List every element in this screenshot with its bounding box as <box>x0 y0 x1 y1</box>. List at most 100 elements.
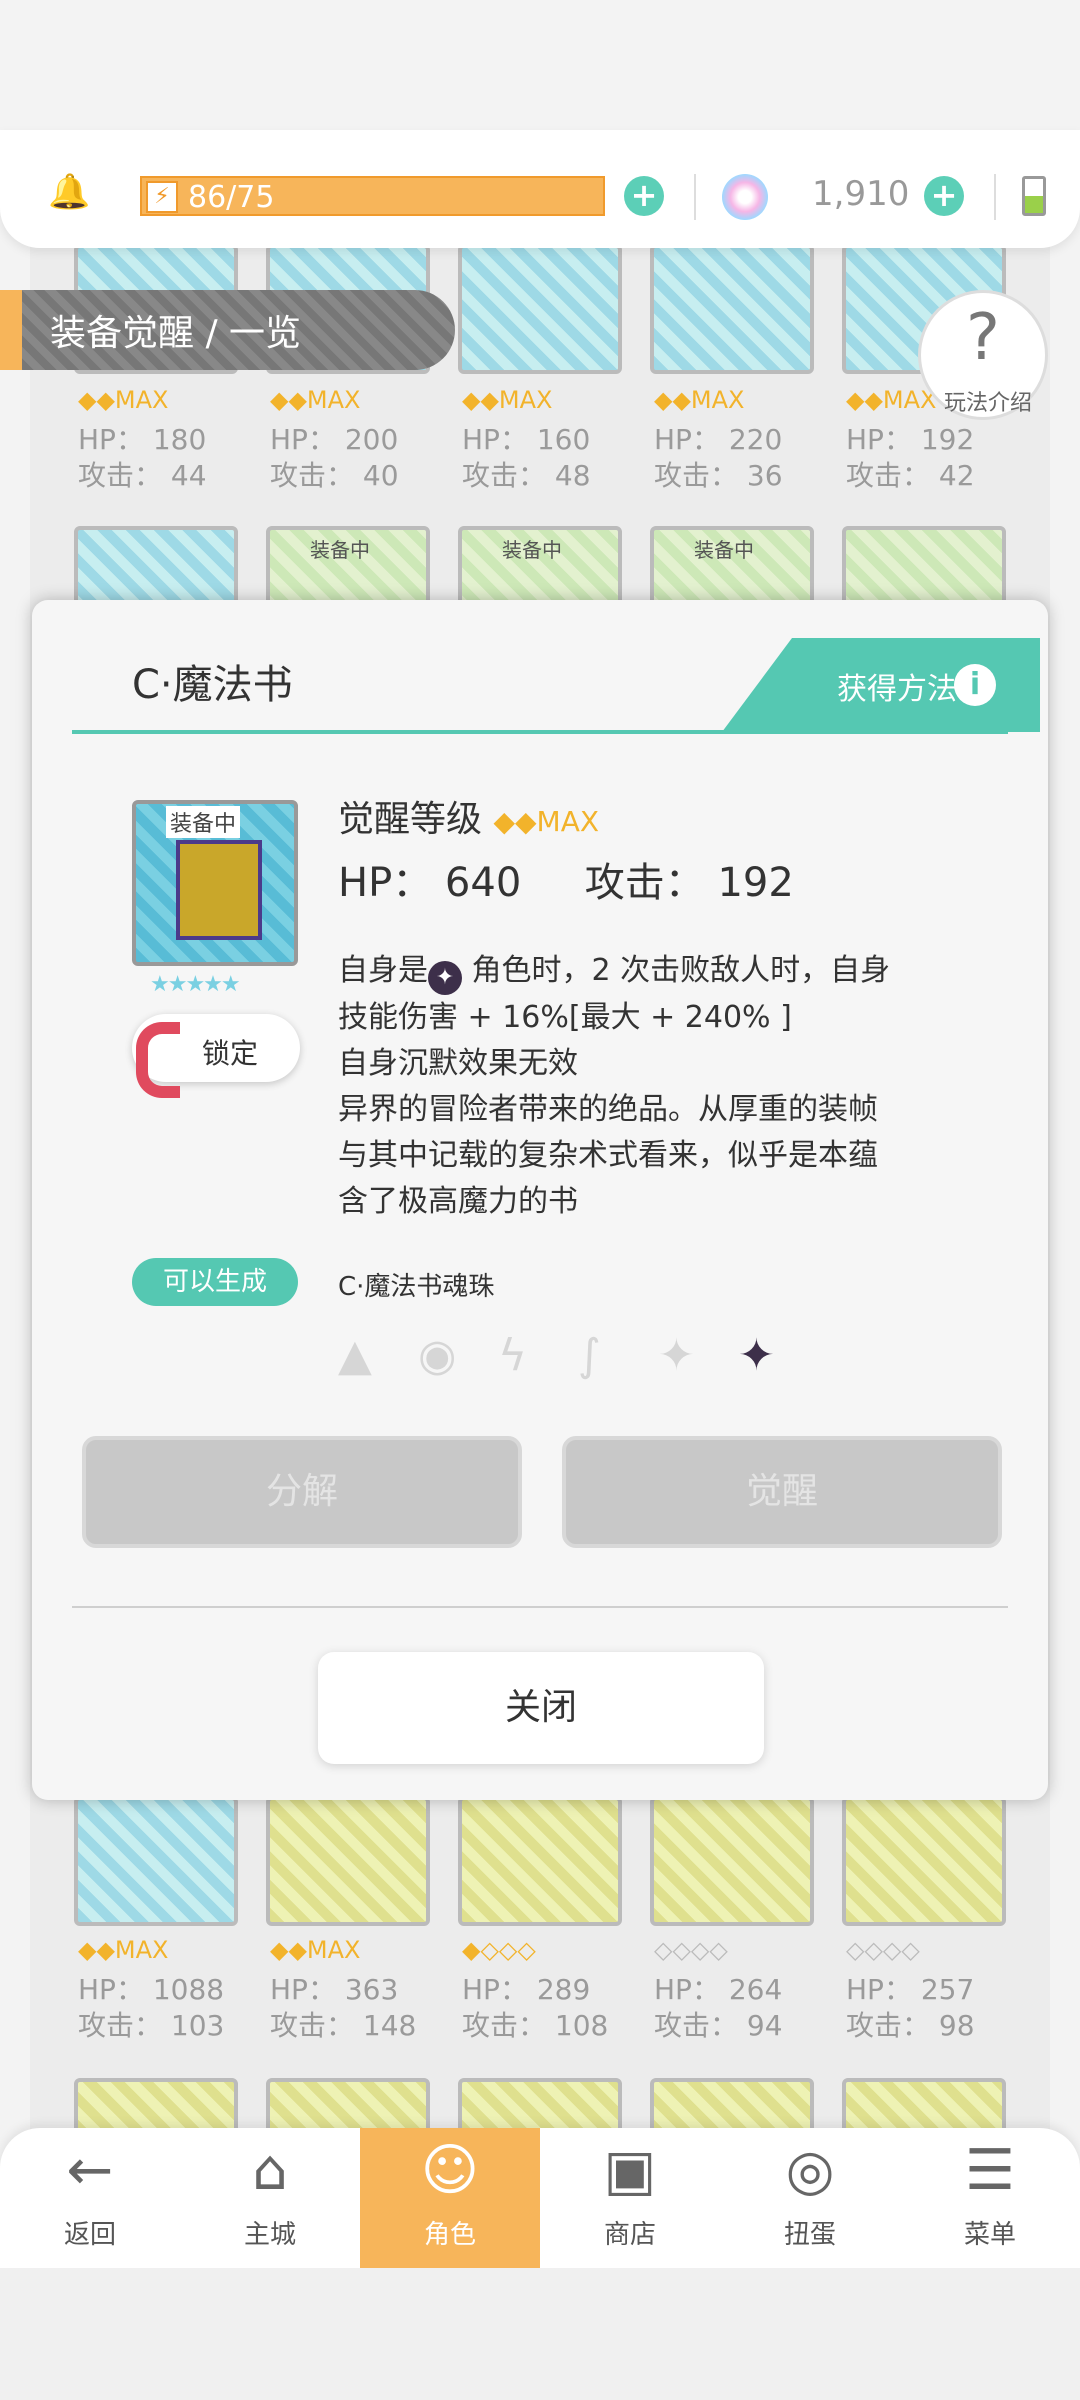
stamina-value: 86/75 <box>188 180 275 215</box>
castle-icon: ⌂ <box>252 2138 288 2203</box>
item-hp: HP： 289 <box>462 1973 591 2006</box>
desc-text: 含了极高魔力的书 <box>338 1184 578 1219</box>
dark-element-icon: ✦ <box>738 1330 775 1381</box>
equipped-tag: 装备中 <box>310 538 370 562</box>
nav-gacha[interactable]: ◎ 扭蛋 <box>720 2128 900 2268</box>
item-hp: HP： 180 <box>78 423 207 456</box>
help-label: 玩法介绍 <box>943 391 1032 416</box>
item-hp: HP： 363 <box>270 1973 399 2006</box>
nav-label: 商店 <box>603 2220 656 2250</box>
item-atk: 攻击： 103 <box>78 2009 225 2042</box>
awaken-gems: ◆◆MAX <box>78 386 169 414</box>
menu-icon: ☰ <box>964 2138 1016 2203</box>
equipment-slot[interactable] <box>266 1796 430 1926</box>
item-atk: 攻击： 36 <box>654 459 783 492</box>
item-hp: HP： 160 <box>462 423 591 456</box>
desc-text: 角色时，2 次击败敌人时，自身 <box>471 953 891 988</box>
item-atk: 攻击： 108 <box>462 2009 609 2042</box>
gem-add-button[interactable]: + <box>924 176 964 216</box>
equipment-slot[interactable] <box>650 244 814 374</box>
nav-label: 角色 <box>423 2220 476 2250</box>
stamina-add-button[interactable]: + <box>624 176 664 216</box>
item-atk: 攻击： 148 <box>270 2009 417 2042</box>
gacha-icon: ◎ <box>785 2138 835 2203</box>
nav-character[interactable]: ☺ 角色 <box>360 2128 540 2268</box>
page-title: 装备觉醒 / 一览 <box>50 313 302 354</box>
get-method-label: 获得方法 <box>837 672 957 707</box>
nav-main-city[interactable]: ⌂ 主城 <box>180 2128 360 2268</box>
battery-icon <box>1022 176 1046 216</box>
thunder-icon: ϟ <box>498 1330 528 1381</box>
nav-label: 返回 <box>63 2220 116 2250</box>
desc-text: 异界的冒险者带来的绝品。从厚重的装帧 <box>338 1092 878 1127</box>
divider <box>994 174 996 220</box>
element-attributes: ▲ ◉ ϟ ∫ ✦ ✦ <box>338 1330 818 1381</box>
equipment-slot[interactable] <box>458 244 622 374</box>
equipped-tag: 装备中 <box>166 806 241 838</box>
question-icon: ? <box>966 301 1000 375</box>
item-hp: HP： 264 <box>654 1973 783 2006</box>
item-atk: 攻击： 94 <box>654 2009 783 2042</box>
equipment-slot[interactable] <box>650 1796 814 1926</box>
stamina-bar: ⚡ 86/75 <box>140 176 605 216</box>
nav-menu[interactable]: ☰ 菜单 <box>900 2128 1080 2268</box>
back-arrow-icon: ← <box>66 2138 114 2203</box>
awaken-level-label: 觉醒等级 <box>338 799 483 840</box>
close-button[interactable]: 关闭 <box>318 1652 764 1764</box>
title-underline <box>72 730 1008 734</box>
awaken-gems: ◆◆MAX <box>493 805 600 838</box>
magic-book-icon <box>176 840 262 940</box>
lock-toggle[interactable]: 锁定 <box>132 1014 300 1098</box>
atk-value: 192 <box>717 860 794 906</box>
top-resource-bar: 🔔 ⚡ 86/75 + 1,910 + <box>0 130 1080 248</box>
gem-icon <box>722 174 768 220</box>
item-detail-dialog: C·魔法书 获得方法 i 装备中 ★★★★★ 锁定 觉醒等级 ◆◆MAX HP：… <box>32 600 1048 1800</box>
awaken-gems: ◇◇◇◇ <box>846 1936 920 1964</box>
decompose-button[interactable]: 分解 <box>82 1436 522 1548</box>
help-button[interactable]: ? 玩法介绍 <box>918 290 1048 420</box>
equipped-tag: 装备中 <box>694 538 754 562</box>
divider <box>694 174 696 220</box>
desc-text: 自身沉默效果无效 <box>338 1046 578 1081</box>
bell-icon[interactable]: 🔔 <box>48 172 90 212</box>
item-atk: 攻击： 48 <box>462 459 591 492</box>
light-icon: ◉ <box>418 1330 457 1381</box>
lock-label: 锁定 <box>202 1037 259 1070</box>
item-atk: 攻击： 40 <box>270 459 399 492</box>
info-icon: i <box>954 664 996 706</box>
item-atk: 攻击： 98 <box>846 2009 975 2042</box>
wind-icon: ∫ <box>578 1330 601 1381</box>
item-hp: HP： 220 <box>654 423 783 456</box>
item-thumbnail: 装备中 <box>132 800 298 966</box>
nav-label: 扭蛋 <box>783 2220 836 2250</box>
item-hp: HP： 257 <box>846 1973 975 2006</box>
system-nav-area <box>0 2268 1080 2400</box>
character-icon: ☺ <box>420 2138 480 2203</box>
equipment-slot[interactable] <box>842 1796 1006 1926</box>
awaken-gems: ◇◇◇◇ <box>654 1936 728 1964</box>
dialog-title: C·魔法书 <box>132 662 293 708</box>
item-hp: HP： 200 <box>270 423 399 456</box>
desc-text: 技能伤害 + 16%[最大 + 240% ] <box>338 1000 792 1035</box>
atk-label: 攻击： <box>584 860 705 906</box>
nav-shop[interactable]: ▣ 商店 <box>540 2128 720 2268</box>
equipment-slot[interactable] <box>458 1796 622 1926</box>
gem-count: 1,910 <box>812 174 910 214</box>
bolt-icon: ⚡ <box>146 181 178 213</box>
item-atk: 攻击： 42 <box>846 459 975 492</box>
divider <box>72 1606 1008 1608</box>
equipment-slot[interactable] <box>74 1796 238 1926</box>
nav-back[interactable]: ← 返回 <box>0 2128 180 2268</box>
awaken-gems: ◆◆MAX <box>462 386 553 414</box>
get-method-button[interactable]: 获得方法 i <box>722 638 1040 732</box>
dark-element-icon: ✦ <box>428 961 462 995</box>
hp-value: 640 <box>444 860 522 906</box>
item-rarity-stars: ★★★★★ <box>150 972 241 997</box>
shop-icon: ▣ <box>603 2138 657 2203</box>
nav-label: 主城 <box>243 2220 296 2250</box>
item-hp: HP： 192 <box>846 423 975 456</box>
awaken-button[interactable]: 觉醒 <box>562 1436 1002 1548</box>
item-stats: HP： 640 攻击： 192 <box>338 850 794 908</box>
awaken-gems: ◆◆MAX <box>270 1936 361 1964</box>
nav-label: 菜单 <box>963 2220 1016 2250</box>
